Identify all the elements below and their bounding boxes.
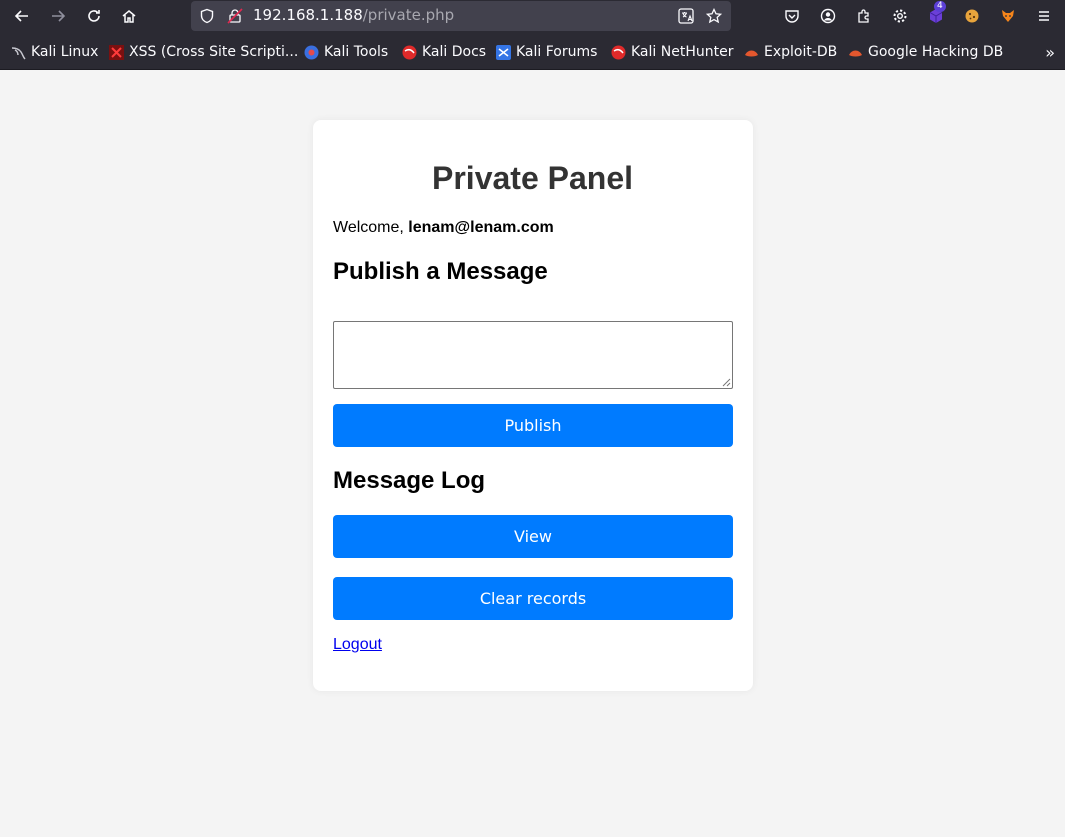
shield-icon[interactable]	[199, 8, 215, 24]
bookmarks-toolbar: Kali Linux XSS (Cross Site Scripti... Ka…	[0, 33, 1065, 70]
logout-link[interactable]: Logout	[333, 636, 382, 654]
account-button[interactable]	[815, 4, 841, 28]
bookmark-google-hacking-db[interactable]: Google Hacking DB	[848, 43, 1003, 61]
bookmark-star-icon[interactable]	[706, 8, 722, 24]
google-hacking-db-icon	[849, 50, 862, 56]
gear-icon	[893, 9, 907, 23]
fox-extension-icon	[1002, 10, 1014, 22]
url-host: 192.168.1.188	[253, 6, 363, 24]
bookmarks-overflow-icon[interactable]: »	[1045, 43, 1055, 62]
kali-docs-icon	[402, 45, 417, 59]
account-icon	[820, 8, 836, 24]
extension-fox-button[interactable]	[995, 4, 1021, 28]
pocket-icon	[785, 10, 799, 23]
bookmark-label: Kali Linux	[31, 44, 99, 60]
bookmark-label: Google Hacking DB	[868, 44, 1004, 60]
arrow-left-icon	[14, 10, 28, 22]
bookmark-label: Kali Tools	[324, 44, 389, 60]
welcome-text: Welcome, lenam@lenam.com	[333, 219, 554, 237]
bookmark-kali-forums[interactable]: Kali Forums	[496, 43, 597, 61]
settings-button[interactable]	[887, 4, 913, 28]
back-button[interactable]	[9, 4, 35, 28]
hamburger-menu-icon	[1039, 11, 1049, 21]
home-icon	[122, 10, 136, 23]
user-email: lenam@lenam.com	[408, 219, 554, 236]
reload-button[interactable]	[81, 4, 107, 28]
bookmark-label: Kali NetHunter	[631, 44, 734, 60]
extension-badge: 4	[934, 1, 946, 12]
menu-button[interactable]	[1031, 4, 1057, 28]
bookmark-label: Exploit-DB	[764, 44, 838, 60]
home-button[interactable]	[116, 4, 142, 28]
browser-toolbar: 192.168.1.188/private.php 4	[0, 0, 1065, 33]
welcome-prefix: Welcome,	[333, 219, 409, 236]
bookmark-kali-docs[interactable]: Kali Docs	[402, 43, 486, 61]
bookmark-kali-tools[interactable]: Kali Tools	[304, 43, 388, 61]
pocket-button[interactable]	[779, 4, 805, 28]
page-title: Private Panel	[432, 160, 633, 196]
bookmark-xss[interactable]: XSS (Cross Site Scripti...	[109, 43, 298, 61]
bookmark-label: XSS (Cross Site Scripti...	[129, 44, 299, 60]
page-title-wrap: Private Panel	[0, 160, 1065, 197]
translate-icon[interactable]	[678, 8, 694, 24]
extension-cookie-button[interactable]	[959, 4, 985, 28]
publish-button[interactable]: Publish	[333, 404, 733, 447]
insecure-lock-icon[interactable]	[227, 8, 243, 24]
kali-tools-icon	[304, 45, 319, 59]
bookmark-exploit-db[interactable]: Exploit-DB	[744, 43, 837, 61]
url-path: /private.php	[362, 6, 455, 24]
arrow-right-icon	[52, 10, 66, 22]
kali-forums-icon	[496, 44, 511, 60]
view-button[interactable]: View	[333, 515, 733, 558]
publish-heading: Publish a Message	[333, 258, 548, 285]
kali-dragon-icon	[11, 46, 26, 60]
bookmark-kali-linux[interactable]: Kali Linux	[11, 43, 98, 61]
extensions-button[interactable]	[851, 4, 877, 28]
message-textarea[interactable]	[333, 321, 733, 389]
bookmark-kali-nethunter[interactable]: Kali NetHunter	[611, 43, 733, 61]
kali-nethunter-icon	[611, 45, 626, 59]
resize-grip-icon[interactable]	[719, 375, 731, 387]
clear-records-button[interactable]: Clear records	[333, 577, 733, 620]
url-bar[interactable]: 192.168.1.188/private.php	[191, 1, 731, 31]
puzzle-icon	[858, 9, 869, 23]
bookmark-label: Kali Docs	[422, 44, 487, 60]
url-text[interactable]: 192.168.1.188/private.php	[253, 6, 454, 24]
cookie-extension-icon	[965, 9, 979, 23]
exploit-db-icon	[745, 50, 758, 56]
message-log-heading: Message Log	[333, 467, 486, 494]
bookmark-label: Kali Forums	[516, 44, 598, 60]
forward-button[interactable]	[45, 4, 71, 28]
xss-icon	[109, 44, 124, 60]
reload-icon	[88, 10, 100, 22]
